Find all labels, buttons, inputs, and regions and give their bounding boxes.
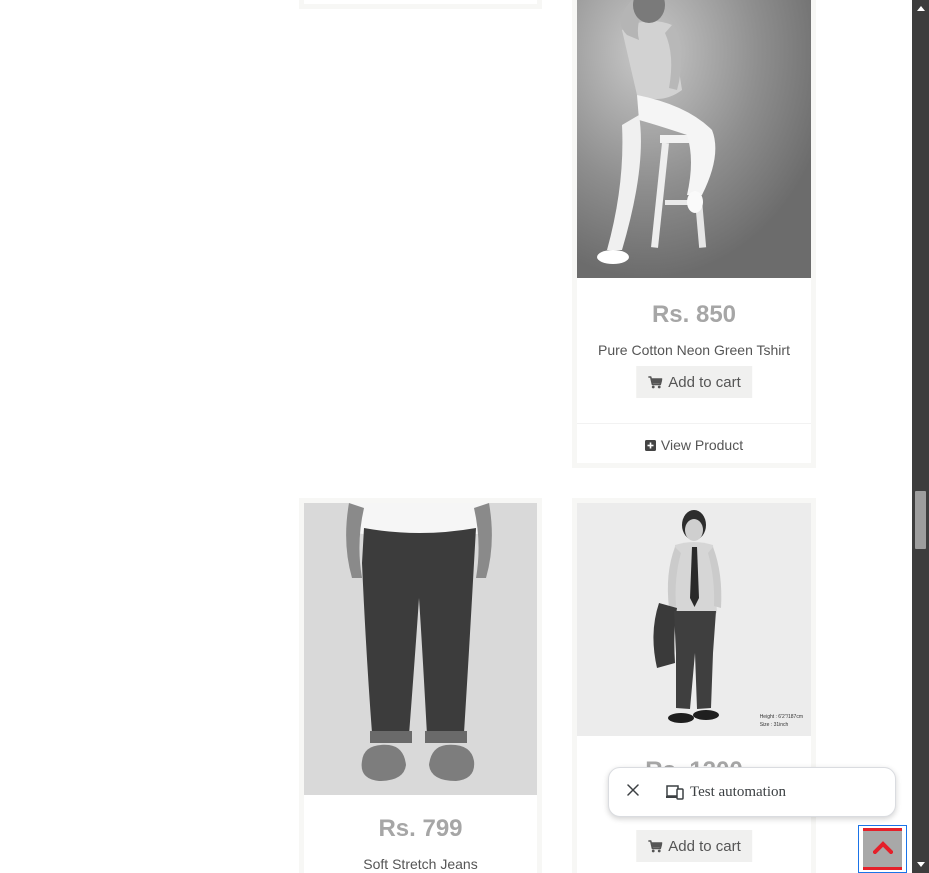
- tshirt-model-photo: [577, 0, 811, 278]
- product-price: Rs. 799: [378, 815, 463, 842]
- scrollbar-thumb[interactable]: [915, 491, 926, 549]
- add-to-cart-button[interactable]: Add to cart: [636, 366, 752, 398]
- photo-caption: Height : 6'2"/187cm Size : 31inch: [760, 713, 803, 729]
- scroll-up-arrow[interactable]: [912, 0, 929, 17]
- plus-square-icon: [644, 439, 656, 451]
- scroll-to-top-button[interactable]: [858, 825, 907, 873]
- shopping-cart-icon: [648, 839, 663, 853]
- close-button[interactable]: [611, 770, 655, 814]
- product-price: Rs. 850: [651, 301, 737, 328]
- chevron-up-icon: [871, 840, 894, 859]
- product-image-tshirt[interactable]: [577, 0, 811, 278]
- close-icon: [627, 783, 639, 801]
- devices-icon: [666, 784, 684, 800]
- triangle-down-icon: [916, 862, 925, 867]
- scroll-down-arrow[interactable]: [912, 856, 929, 873]
- vertical-scrollbar[interactable]: [912, 0, 929, 873]
- product-image-formal[interactable]: Height : 6'2"/187cm Size : 31inch: [577, 503, 811, 736]
- view-product-link[interactable]: View Product: [577, 437, 811, 453]
- product-card-tshirt: Rs. 850 Pure Cotton Neon Green Tshirt Ad…: [572, 0, 816, 468]
- jeans-model-photo: [304, 503, 537, 795]
- view-product-label: View Product: [660, 437, 744, 453]
- photo-caption-size: Size : 31inch: [759, 722, 789, 728]
- test-automation-label: Test automation: [690, 783, 787, 800]
- product-card-partial: [299, 0, 542, 9]
- add-to-cart-label: Add to cart: [668, 373, 741, 391]
- add-to-cart-label: Add to cart: [668, 837, 741, 855]
- formal-model-photo: [577, 503, 811, 736]
- product-image-jeans[interactable]: [304, 503, 537, 795]
- product-card-jeans: Rs. 799 Soft Stretch Jeans: [299, 498, 542, 873]
- product-name[interactable]: Pure Cotton Neon Green Tshirt: [577, 342, 811, 358]
- shopping-cart-icon: [648, 375, 663, 389]
- add-to-cart-button[interactable]: Add to cart: [636, 830, 752, 862]
- photo-caption-height: Height : 6'2"/187cm: [759, 714, 803, 720]
- test-automation-pill: Test automation: [608, 767, 896, 817]
- product-name[interactable]: Soft Stretch Jeans: [304, 856, 537, 872]
- scroll-to-top-inner: [863, 828, 902, 870]
- page: Rs. 850 Pure Cotton Neon Green Tshirt Ad…: [0, 0, 929, 873]
- card-divider: [577, 423, 811, 424]
- triangle-up-icon: [916, 6, 925, 11]
